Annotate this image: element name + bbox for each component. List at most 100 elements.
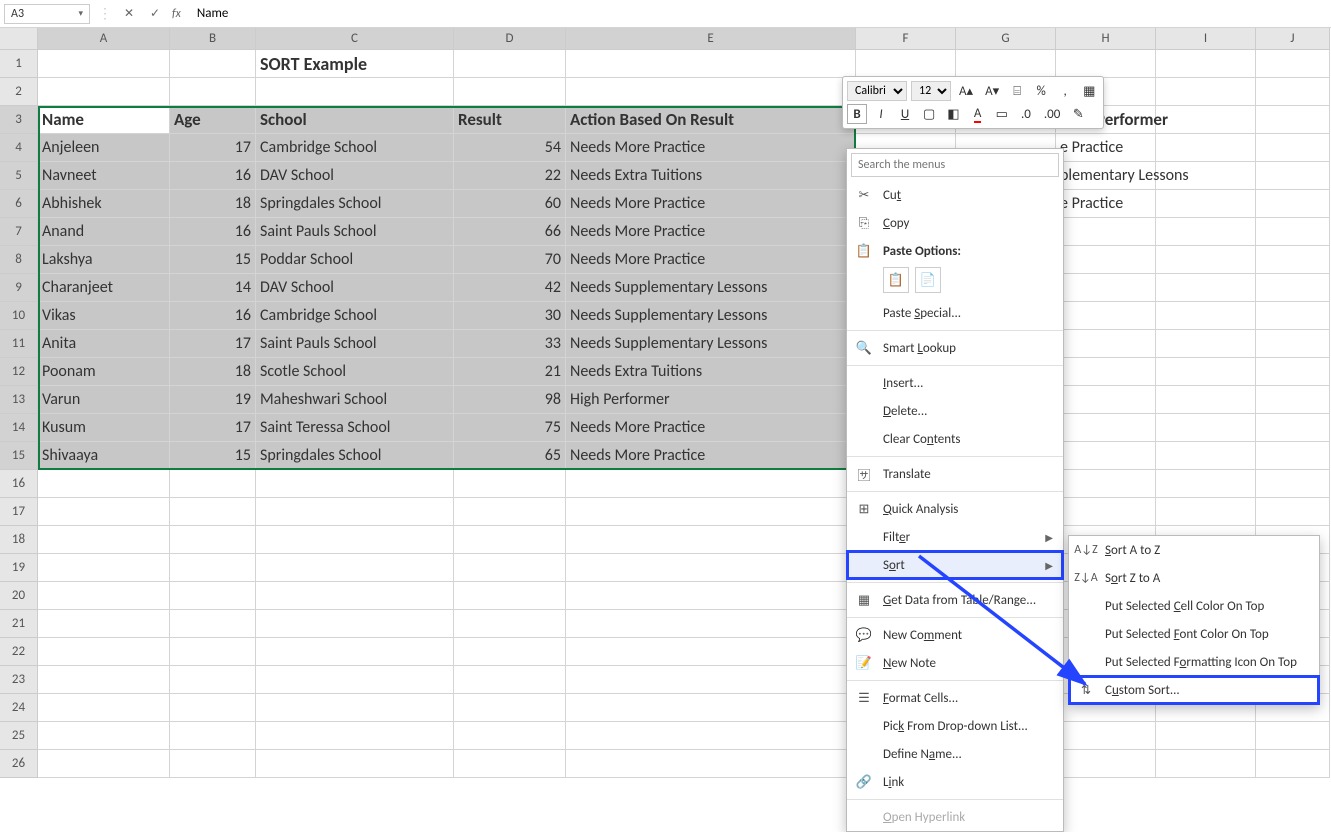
borders-icon[interactable]: ▢ bbox=[919, 104, 939, 124]
decrease-decimal-icon[interactable]: .0 bbox=[1016, 104, 1036, 124]
row-header[interactable]: 1 bbox=[0, 50, 38, 78]
cell[interactable]: Needs Extra Tuitions bbox=[566, 358, 856, 386]
cell[interactable] bbox=[256, 666, 454, 694]
cell[interactable]: 70 bbox=[454, 246, 566, 274]
menu-search-input[interactable] bbox=[851, 153, 1059, 177]
row-header[interactable]: 14 bbox=[0, 414, 38, 442]
cell[interactable] bbox=[454, 750, 566, 778]
cell[interactable]: 54 bbox=[454, 134, 566, 162]
cell[interactable] bbox=[566, 526, 856, 554]
row-header[interactable]: 24 bbox=[0, 694, 38, 722]
cell[interactable]: Vikas bbox=[38, 302, 170, 330]
menu-link[interactable]: 🔗Link bbox=[847, 768, 1063, 796]
menu-define-name[interactable]: Define Name... bbox=[847, 740, 1063, 768]
col-header[interactable]: F bbox=[856, 28, 956, 50]
cell[interactable]: Action Based On Result bbox=[566, 106, 856, 134]
cell[interactable] bbox=[454, 694, 566, 722]
formula-input[interactable] bbox=[189, 4, 1327, 24]
paste-icon[interactable]: 📋 bbox=[883, 267, 909, 293]
cell[interactable] bbox=[1156, 442, 1256, 470]
cell[interactable]: Scotle School bbox=[256, 358, 454, 386]
cell[interactable] bbox=[38, 694, 170, 722]
cell[interactable] bbox=[1056, 386, 1156, 414]
accounting-format-icon[interactable]: ⌸ bbox=[1007, 81, 1027, 101]
cell[interactable] bbox=[566, 498, 856, 526]
cell[interactable]: Needs Extra Tuitions bbox=[566, 162, 856, 190]
cell[interactable]: Navneet bbox=[38, 162, 170, 190]
row-header[interactable]: 8 bbox=[0, 246, 38, 274]
cell[interactable]: Needs More Practice bbox=[566, 246, 856, 274]
cell[interactable]: Springdales School bbox=[256, 190, 454, 218]
cell[interactable]: Kusum bbox=[38, 414, 170, 442]
row-header[interactable]: 11 bbox=[0, 330, 38, 358]
cell[interactable]: Name bbox=[38, 106, 170, 134]
paste-values-icon[interactable]: 📄 bbox=[915, 267, 941, 293]
cell[interactable] bbox=[1256, 330, 1330, 358]
cell[interactable] bbox=[170, 554, 256, 582]
cell[interactable] bbox=[1256, 358, 1330, 386]
cell[interactable]: 22 bbox=[454, 162, 566, 190]
cell[interactable] bbox=[256, 470, 454, 498]
row-header[interactable]: 18 bbox=[0, 526, 38, 554]
cell[interactable] bbox=[1156, 750, 1256, 778]
cell[interactable] bbox=[1156, 498, 1256, 526]
cell[interactable] bbox=[1056, 498, 1156, 526]
cell[interactable] bbox=[256, 694, 454, 722]
cell[interactable] bbox=[454, 722, 566, 750]
cell[interactable] bbox=[1256, 414, 1330, 442]
row-header[interactable]: 3 bbox=[0, 106, 38, 134]
cell[interactable] bbox=[454, 582, 566, 610]
menu-paste-special[interactable]: Paste Special... bbox=[847, 299, 1063, 327]
cell[interactable]: Result bbox=[454, 106, 566, 134]
submenu-formatting-icon-top[interactable]: Put Selected Formatting Icon On Top bbox=[1069, 648, 1319, 676]
cell[interactable]: Abhishek bbox=[38, 190, 170, 218]
menu-search[interactable] bbox=[851, 153, 1059, 177]
col-header[interactable]: E bbox=[566, 28, 856, 50]
cell[interactable] bbox=[38, 610, 170, 638]
cell[interactable] bbox=[1256, 134, 1330, 162]
cell[interactable]: Needs Supplementary Lessons bbox=[566, 330, 856, 358]
cell[interactable] bbox=[1156, 106, 1256, 134]
cell[interactable] bbox=[1156, 470, 1256, 498]
cell[interactable] bbox=[170, 78, 256, 106]
cell[interactable] bbox=[566, 554, 856, 582]
submenu-custom-sort[interactable]: ⇅Custom Sort... bbox=[1069, 676, 1319, 704]
cell[interactable] bbox=[454, 638, 566, 666]
cell[interactable] bbox=[1256, 246, 1330, 274]
row-header[interactable]: 15 bbox=[0, 442, 38, 470]
menu-filter[interactable]: Filter▶ bbox=[847, 523, 1063, 551]
submenu-sort-az[interactable]: A↓ZSort A to Z bbox=[1069, 536, 1319, 564]
cell[interactable] bbox=[170, 582, 256, 610]
cell[interactable] bbox=[38, 638, 170, 666]
font-select[interactable]: Calibri bbox=[847, 81, 907, 101]
cell[interactable] bbox=[1056, 414, 1156, 442]
cell[interactable] bbox=[956, 50, 1056, 78]
cell[interactable] bbox=[1156, 386, 1256, 414]
cell[interactable] bbox=[1156, 134, 1256, 162]
cell[interactable] bbox=[566, 722, 856, 750]
col-header[interactable]: D bbox=[454, 28, 566, 50]
cell[interactable] bbox=[566, 50, 856, 78]
menu-pick-from-list[interactable]: Pick From Drop-down List... bbox=[847, 712, 1063, 740]
cell[interactable] bbox=[454, 610, 566, 638]
cell[interactable] bbox=[1056, 50, 1156, 78]
cell[interactable]: Anand bbox=[38, 218, 170, 246]
cell[interactable]: 33 bbox=[454, 330, 566, 358]
row-header[interactable]: 22 bbox=[0, 638, 38, 666]
cell[interactable] bbox=[566, 470, 856, 498]
cell[interactable]: 98 bbox=[454, 386, 566, 414]
cell[interactable] bbox=[566, 78, 856, 106]
cell[interactable]: 16 bbox=[170, 162, 256, 190]
cell[interactable] bbox=[1256, 106, 1330, 134]
cell[interactable] bbox=[1056, 750, 1156, 778]
col-header[interactable]: G bbox=[956, 28, 1056, 50]
menu-sort[interactable]: Sort▶ bbox=[847, 551, 1063, 579]
col-header[interactable]: J bbox=[1256, 28, 1330, 50]
cell[interactable]: Saint Teressa School bbox=[256, 414, 454, 442]
cell[interactable]: 18 bbox=[170, 358, 256, 386]
cell[interactable] bbox=[454, 554, 566, 582]
col-header[interactable]: A bbox=[38, 28, 170, 50]
cell[interactable] bbox=[1256, 470, 1330, 498]
row-header[interactable]: 13 bbox=[0, 386, 38, 414]
cell[interactable]: 60 bbox=[454, 190, 566, 218]
